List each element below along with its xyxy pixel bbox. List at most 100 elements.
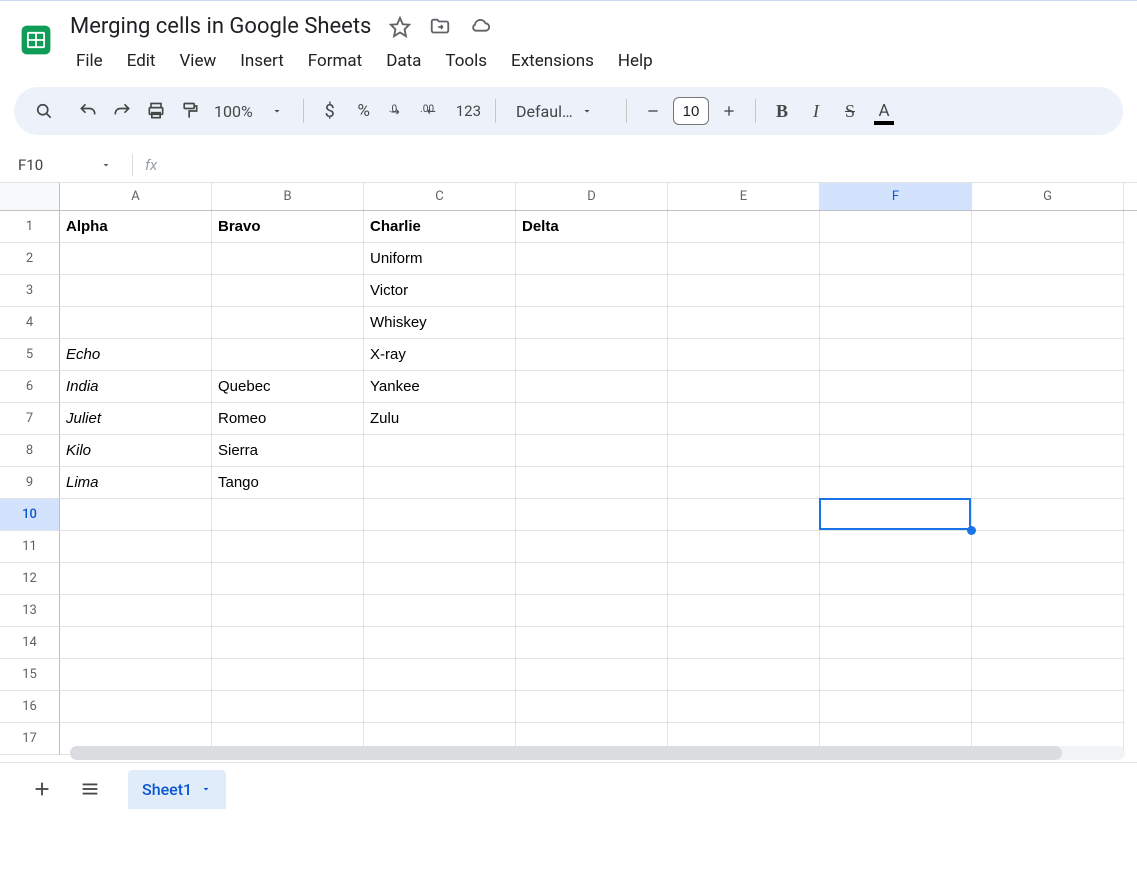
cell[interactable] [668,531,820,563]
cell[interactable]: Romeo [212,403,364,435]
cell[interactable] [972,339,1124,371]
cell[interactable] [212,339,364,371]
cell[interactable] [972,403,1124,435]
cell[interactable] [364,595,516,627]
cell[interactable]: X-ray [364,339,516,371]
cell[interactable] [60,627,212,659]
cell[interactable]: Charlie [364,211,516,243]
cell[interactable] [668,403,820,435]
paint-format-icon[interactable] [174,95,206,127]
cell[interactable] [668,243,820,275]
percent-format-icon[interactable]: % [348,95,380,127]
formula-bar-input[interactable] [157,147,1137,182]
row-header[interactable]: 10 [0,499,60,531]
row-header[interactable]: 17 [0,723,60,755]
menu-extensions[interactable]: Extensions [501,45,604,77]
cell[interactable] [364,531,516,563]
cell[interactable] [516,563,668,595]
increase-decimal-icon[interactable]: .00 [416,95,450,127]
cell[interactable] [516,243,668,275]
cell[interactable] [516,499,668,531]
cell[interactable] [212,275,364,307]
menu-help[interactable]: Help [608,45,663,77]
cell[interactable] [972,243,1124,275]
cell[interactable] [820,627,972,659]
cell[interactable]: Tango [212,467,364,499]
cell[interactable] [820,691,972,723]
cell[interactable] [364,627,516,659]
all-sheets-button[interactable] [68,767,112,811]
cell[interactable] [972,499,1124,531]
cell[interactable]: Quebec [212,371,364,403]
cell[interactable] [972,467,1124,499]
cell[interactable] [516,307,668,339]
increase-fontsize-icon[interactable] [713,95,745,127]
zoom-level[interactable]: 100% [208,102,259,121]
cell[interactable] [668,659,820,691]
cell[interactable] [60,307,212,339]
more-formats-icon[interactable]: 123 [452,95,485,127]
cell[interactable] [60,691,212,723]
cell[interactable] [516,595,668,627]
cell[interactable] [212,563,364,595]
horizontal-scrollbar[interactable] [70,746,1125,760]
row-header[interactable]: 1 [0,211,60,243]
row-header[interactable]: 14 [0,627,60,659]
cell[interactable]: Zulu [364,403,516,435]
cell[interactable] [212,691,364,723]
cell[interactable] [820,435,972,467]
menu-file[interactable]: File [66,45,113,77]
cell[interactable] [516,467,668,499]
cell[interactable]: India [60,371,212,403]
cell[interactable] [60,531,212,563]
zoom-dropdown-icon[interactable] [261,95,293,127]
cell[interactable] [820,499,972,531]
cell[interactable] [668,339,820,371]
cell[interactable]: Juliet [60,403,212,435]
cell[interactable] [516,659,668,691]
column-header[interactable]: E [668,183,820,210]
menu-data[interactable]: Data [376,45,431,77]
add-sheet-button[interactable] [20,767,64,811]
sheets-logo[interactable] [16,16,56,64]
cell[interactable] [820,243,972,275]
menu-edit[interactable]: Edit [117,45,166,77]
column-header[interactable]: C [364,183,516,210]
row-header[interactable]: 4 [0,307,60,339]
cell[interactable] [820,563,972,595]
cell[interactable] [820,467,972,499]
name-box[interactable]: F10 [10,156,120,174]
cell[interactable] [972,595,1124,627]
row-header[interactable]: 3 [0,275,60,307]
cell[interactable] [820,659,972,691]
cell[interactable] [972,435,1124,467]
cell[interactable]: Lima [60,467,212,499]
cell[interactable] [972,659,1124,691]
sheet-tab[interactable]: Sheet1 [128,770,226,809]
cell[interactable] [516,275,668,307]
cell[interactable] [972,627,1124,659]
cell[interactable] [364,691,516,723]
document-title[interactable]: Merging cells in Google Sheets [66,12,375,41]
row-header[interactable]: 6 [0,371,60,403]
cell[interactable] [668,595,820,627]
move-folder-icon[interactable] [429,16,451,38]
cell[interactable] [60,499,212,531]
star-icon[interactable] [389,16,411,38]
row-header[interactable]: 15 [0,659,60,691]
cell[interactable] [820,595,972,627]
cell[interactable] [516,627,668,659]
cell[interactable] [972,563,1124,595]
decrease-fontsize-icon[interactable] [637,95,669,127]
menu-tools[interactable]: Tools [435,45,497,77]
cell[interactable] [820,403,972,435]
cell[interactable] [364,563,516,595]
cell[interactable] [668,371,820,403]
cell[interactable] [212,627,364,659]
row-header[interactable]: 12 [0,563,60,595]
cell[interactable] [516,339,668,371]
cell[interactable]: Sierra [212,435,364,467]
cell[interactable] [516,691,668,723]
font-family-select[interactable]: Defaul… [506,102,616,121]
row-header[interactable]: 16 [0,691,60,723]
